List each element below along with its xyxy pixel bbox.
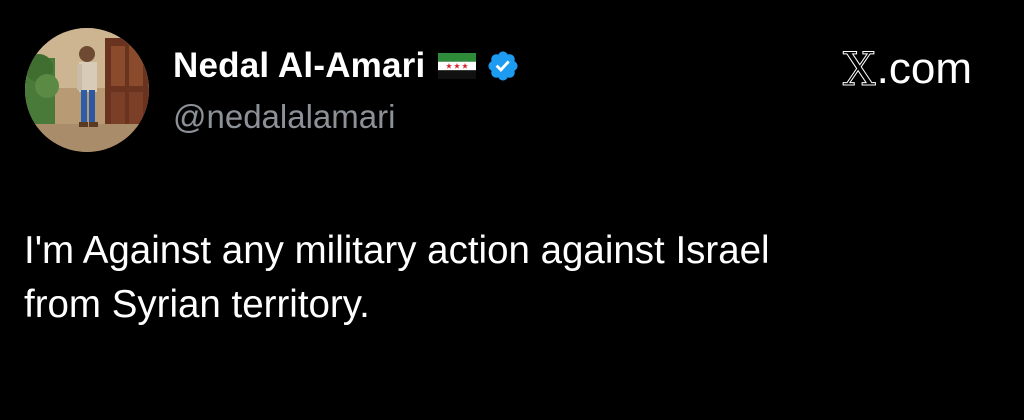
author-display-name[interactable]: Nedal Al-Amari — [173, 46, 425, 86]
avatar[interactable] — [25, 28, 149, 152]
tweet-text-line: from Syrian territory. — [24, 283, 370, 326]
author-handle[interactable]: @nedalalamari — [173, 98, 395, 136]
verified-badge-icon[interactable] — [486, 49, 520, 83]
brand-domain-suffix: .com — [876, 44, 972, 93]
tweet-text: I'm Against any military action against … — [24, 224, 984, 332]
author-name-row: Nedal Al-Amari — [173, 42, 520, 90]
tweet-card: Nedal Al-Amari @nedalalamari X .com I'm … — [0, 0, 1024, 420]
x-logo-letter: X — [842, 42, 876, 97]
syria-revolution-flag-icon — [438, 53, 477, 79]
x-com-watermark: X .com — [842, 42, 972, 97]
tweet-text-line: I'm Against any military action against … — [24, 229, 770, 272]
